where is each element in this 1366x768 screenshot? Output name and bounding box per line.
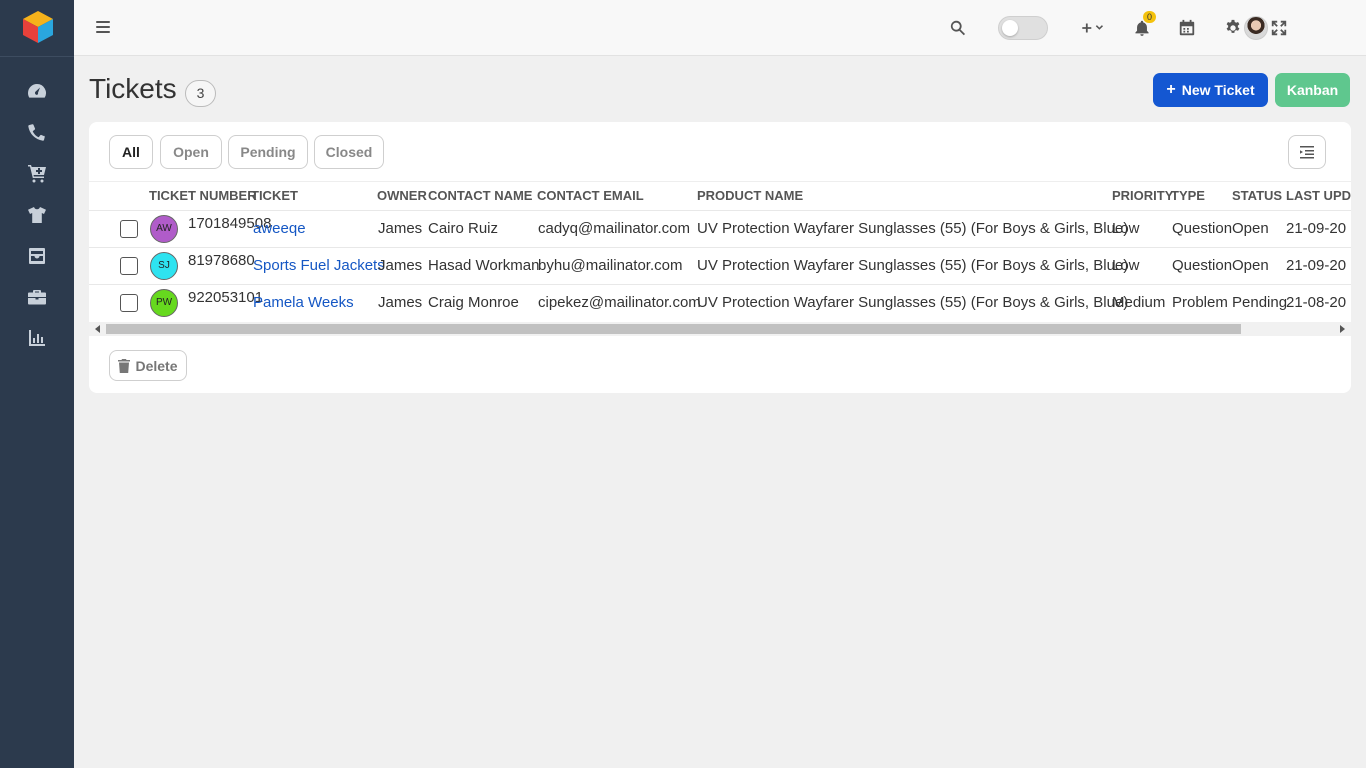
cube-logo[interactable] [20, 9, 56, 45]
new-ticket-button[interactable]: + New Ticket [1153, 73, 1268, 107]
search-icon[interactable] [946, 16, 970, 40]
user-avatar[interactable] [1244, 16, 1268, 40]
page-title: Tickets [89, 73, 177, 104]
tickets-table: TICKET NUMBER TICKET OWNER CONTACT NAME … [89, 181, 1351, 338]
col-header-contact-name[interactable]: CONTACT NAME [428, 188, 532, 203]
sidebar-divider [0, 56, 74, 57]
filter-all[interactable]: All [109, 135, 153, 169]
settings-gear-icon[interactable] [1221, 16, 1245, 40]
ticket-link[interactable]: Sports Fuel Jackets [253, 257, 385, 274]
chart-icon [29, 330, 45, 346]
menu-toggle-icon[interactable] [96, 18, 112, 38]
fullscreen-icon[interactable] [1267, 16, 1291, 40]
scroll-left-arrow-icon[interactable] [95, 325, 100, 333]
sidebar-item-reports[interactable] [0, 318, 74, 358]
status: Open [1232, 220, 1269, 237]
ticket-count-badge: 3 [185, 80, 216, 107]
contact-email: byhu@mailinator.com [538, 257, 683, 274]
notification-count-badge: 0 [1143, 11, 1156, 23]
product-name: UV Protection Wayfarer Sunglasses (55) (… [697, 294, 1129, 311]
last-updated: 21-09-20 [1286, 257, 1347, 274]
type: Problem [1172, 294, 1228, 311]
row-checkbox[interactable] [120, 257, 138, 275]
filter-open[interactable]: Open [160, 135, 222, 169]
contact-name: Cairo Ruiz [428, 220, 499, 237]
quick-add-icon[interactable] [1077, 16, 1111, 40]
priority: Low [1112, 257, 1140, 274]
col-header-owner[interactable]: OWNER [377, 188, 427, 203]
status: Open [1232, 257, 1269, 274]
col-header-type[interactable]: TYPE [1171, 188, 1205, 203]
sidebar-item-dashboard[interactable] [0, 71, 74, 111]
horizontal-scrollbar[interactable] [89, 322, 1351, 336]
briefcase-icon [28, 290, 46, 305]
table-row[interactable]: PW 922053101 Pamela Weeks James Craig Mo… [89, 284, 1351, 321]
row-checkbox[interactable] [120, 220, 138, 238]
trash-icon [118, 358, 131, 373]
type: Question [1172, 257, 1233, 274]
theme-toggle[interactable] [998, 16, 1048, 40]
col-header-ticket-number[interactable]: TICKET NUMBER [149, 188, 257, 203]
sidebar-item-calls[interactable] [0, 112, 74, 152]
ticket-link[interactable]: Pamela Weeks [253, 294, 354, 311]
owner: James [378, 220, 423, 237]
avatar: AW [150, 215, 178, 243]
kanban-button[interactable]: Kanban [1275, 73, 1350, 107]
cart-icon [28, 165, 46, 183]
status: Pending [1232, 294, 1288, 311]
owner: James [378, 257, 423, 274]
priority: Medium [1112, 294, 1166, 311]
filter-pending[interactable]: Pending [228, 135, 308, 169]
row-checkbox[interactable] [120, 294, 138, 312]
col-header-ticket[interactable]: TICKET [251, 188, 298, 203]
column-list-icon [1300, 146, 1314, 159]
topbar: 0 [74, 0, 1366, 56]
inbox-icon [29, 248, 45, 264]
col-header-last-updated[interactable]: LAST UPDA [1286, 188, 1351, 203]
filter-closed[interactable]: Closed [314, 135, 384, 169]
avatar: PW [150, 289, 178, 317]
priority: Low [1112, 220, 1140, 237]
sidebar-item-inbox[interactable] [0, 236, 74, 276]
col-header-product-name[interactable]: PRODUCT NAME [697, 188, 803, 203]
col-header-contact-email[interactable]: CONTACT EMAIL [537, 188, 644, 203]
sidebar-item-deals[interactable] [0, 277, 74, 317]
contact-name: Hasad Workman [428, 257, 540, 274]
notifications-icon[interactable]: 0 [1130, 11, 1156, 40]
calendar-icon[interactable] [1175, 16, 1199, 40]
tickets-card: All Open Pending Closed TICKET NUMBER TI… [89, 122, 1351, 393]
table-row[interactable]: AW 1701849508 aweeqe James Cairo Ruiz ca… [89, 210, 1351, 247]
product-name: UV Protection Wayfarer Sunglasses (55) (… [697, 220, 1129, 237]
last-updated: 21-09-20 [1286, 220, 1347, 237]
product-name: UV Protection Wayfarer Sunglasses (55) (… [697, 257, 1129, 274]
sidebar-item-cart[interactable] [0, 153, 74, 193]
type: Question [1172, 220, 1233, 237]
last-updated: 21-08-20 [1286, 294, 1347, 311]
contact-email: cipekez@mailinator.com [538, 294, 701, 311]
ticket-number: 922053101 [188, 289, 264, 306]
avatar: SJ [150, 252, 178, 280]
sidebar [0, 0, 74, 768]
dashboard-icon [28, 84, 46, 98]
sidebar-item-products[interactable] [0, 195, 74, 235]
contact-name: Craig Monroe [428, 294, 519, 311]
new-ticket-label: New Ticket [1181, 82, 1255, 98]
ticket-number: 81978680 [188, 252, 255, 269]
col-header-priority[interactable]: PRIORITY [1112, 188, 1173, 203]
scrollbar-thumb[interactable] [106, 324, 1241, 334]
col-header-status[interactable]: STATUS [1232, 188, 1282, 203]
ticket-link[interactable]: aweeqe [253, 220, 306, 237]
table-row[interactable]: SJ 81978680 Sports Fuel Jackets James Ha… [89, 247, 1351, 284]
delete-label: Delete [135, 357, 178, 374]
phone-icon [28, 124, 45, 141]
scroll-right-arrow-icon[interactable] [1340, 325, 1345, 333]
contact-email: cadyq@mailinator.com [538, 220, 690, 237]
delete-button[interactable]: Delete [109, 350, 187, 381]
column-settings-button[interactable] [1288, 135, 1326, 169]
tshirt-icon [28, 207, 46, 223]
plus-icon: + [1166, 81, 1176, 98]
owner: James [378, 294, 423, 311]
